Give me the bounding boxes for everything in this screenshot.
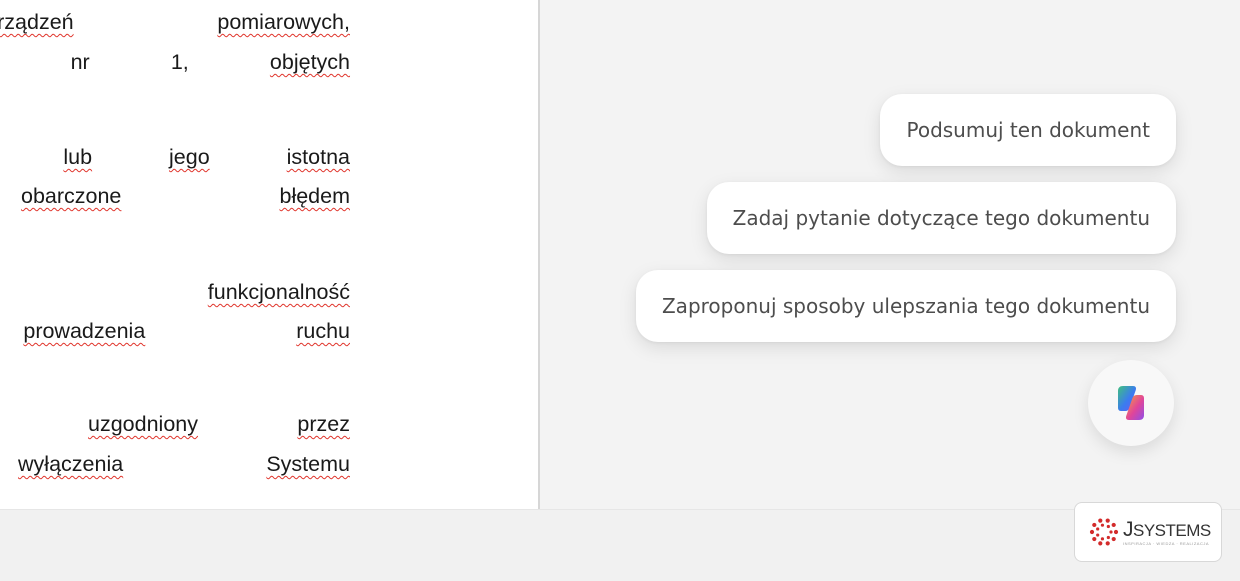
- document-line: ał czasowy uzgodniony przez: [0, 410, 350, 438]
- misspelled-word: pomiarowych,: [217, 10, 350, 34]
- logo-dot: [1096, 527, 1100, 531]
- gear-dots-icon: [1089, 518, 1119, 546]
- logo-dot: [1105, 541, 1110, 546]
- misspelled-word: prowadzenia: [23, 319, 146, 343]
- suggestion-ask-question-button[interactable]: Zadaj pytanie dotyczące tego dokumentu: [706, 182, 1176, 254]
- logo-dot: [1092, 536, 1097, 542]
- logo-dot: [1100, 523, 1105, 527]
- misspelled-word: przez: [297, 412, 350, 436]
- copilot-icon: [1118, 386, 1144, 420]
- misspelled-word: obarczone: [20, 184, 122, 208]
- misspelled-word: urządzeń: [0, 10, 74, 34]
- bottom-bar: [0, 509, 1240, 581]
- logo-dot: [1100, 537, 1105, 541]
- document-line: ograniczającą funkcjonalność: [0, 278, 350, 306]
- suggestion-summarize-button[interactable]: Podsumuj ten dokument: [880, 94, 1176, 166]
- suggestion-label: Podsumuj ten dokument: [906, 118, 1150, 142]
- jsystems-logo: JSYSTEMS INSPIRACJA · WIEDZA · REALIZACJ…: [1074, 502, 1222, 562]
- logo-dot: [1092, 522, 1097, 528]
- suggestion-improve-button[interactable]: Zaproponuj sposoby ulepszania tego dokum…: [635, 270, 1176, 342]
- logo-dot: [1109, 530, 1113, 534]
- logo-dot: [1096, 533, 1100, 537]
- misspelled-word: funkcjonalność: [207, 280, 350, 304]
- logo-dot: [1098, 541, 1103, 546]
- misspelled-word: wyłączenia: [18, 452, 124, 476]
- misspelled-word: objętych: [269, 50, 351, 74]
- document-line: odczyty obarczone błędem: [0, 182, 350, 210]
- suggestion-label: Zaproponuj sposoby ulepszania tego dokum…: [661, 294, 1150, 318]
- copilot-launcher-button[interactable]: [1088, 360, 1174, 446]
- misspelled-word: błędem: [279, 184, 350, 208]
- logo-dot: [1098, 518, 1103, 523]
- misspelled-word: istotna: [286, 145, 350, 169]
- logo-dot: [1106, 524, 1110, 529]
- logo-dot: [1089, 529, 1095, 535]
- document-line: możliwia prowadzenia ruchu: [0, 317, 350, 345]
- document-line: espół urządzeń pomiarowych,: [0, 8, 350, 36]
- logo-dot: [1106, 535, 1110, 540]
- logo-dot: [1105, 518, 1110, 523]
- misspelled-word: lub: [63, 145, 93, 169]
- document-word: nr: [70, 50, 90, 74]
- logo-tagline: INSPIRACJA · WIEDZA · REALIZACJA: [1123, 540, 1210, 546]
- logo-dot: [1111, 522, 1116, 528]
- document-line: w Załączniku nr 1, objętych: [0, 48, 350, 76]
- logo-dot: [1113, 529, 1119, 535]
- misspelled-word: Systemu: [266, 452, 350, 476]
- misspelled-word: jego: [169, 145, 210, 169]
- document-page[interactable]: espół urządzeń pomiarowych, w Załączniku…: [0, 0, 538, 509]
- suggestion-label: Zadaj pytanie dotyczące tego dokumentu: [732, 206, 1150, 230]
- logo-dot: [1111, 536, 1116, 542]
- misspelled-word: ruchu: [296, 319, 350, 343]
- document-word: 1,: [170, 50, 189, 74]
- logo-wordmark: JSYSTEMS: [1123, 517, 1211, 541]
- document-line: órym System lub jego istotna: [0, 143, 350, 171]
- misspelled-word: uzgodniony: [88, 412, 198, 436]
- document-line: gających wyłączenia Systemu: [0, 450, 350, 478]
